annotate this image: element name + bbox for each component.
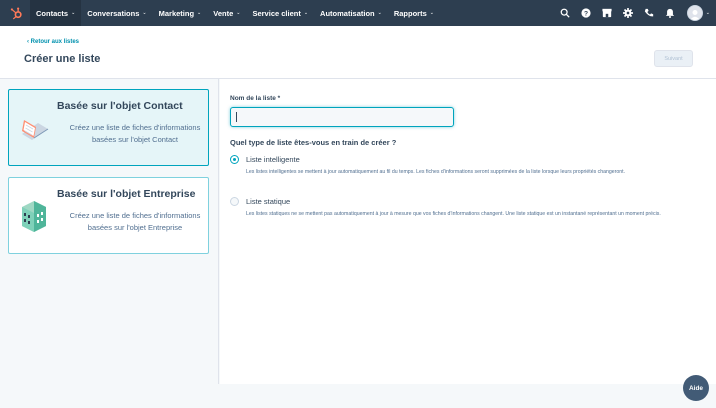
avatar[interactable]	[686, 5, 703, 21]
calling-icon[interactable]	[639, 0, 660, 26]
nav-menu: Contacts ⌄ Conversations ⌄ Marketing ⌄ Vent…	[30, 0, 440, 26]
nav-item-label: Vente	[213, 8, 234, 18]
settings-icon[interactable]	[618, 0, 639, 26]
card-title: Basée sur l'objet Entreprise	[57, 188, 196, 200]
card-title: Basée sur l'objet Contact	[57, 100, 183, 112]
marketplace-icon[interactable]	[597, 0, 618, 26]
chevron-down-icon: ⌄	[377, 10, 382, 16]
contact-laptop-icon	[18, 110, 50, 146]
hubspot-logo-icon[interactable]	[6, 0, 26, 26]
chevron-down-icon: ⌄	[303, 10, 309, 16]
company-building-icon	[18, 198, 50, 234]
back-to-lists-link[interactable]: ‹ Retour aux listes	[27, 39, 79, 45]
list-type-question: Quel type de liste êtes-vous en train de…	[230, 138, 397, 147]
footer-area	[0, 384, 716, 408]
list-name-input[interactable]	[230, 107, 454, 127]
option-description-smart-list: Les listes intelligentes se mettent à jo…	[246, 169, 626, 175]
nav-item-label: Automatisation	[320, 8, 375, 18]
list-form-panel: Nom de la liste * Quel type de liste ête…	[220, 79, 716, 384]
page-header: ‹ Retour aux listes Créer une liste Suiv…	[0, 26, 716, 79]
text-cursor	[236, 112, 237, 122]
card-company-object[interactable]: Basée sur l'objet Entreprise Créez une l…	[8, 177, 209, 254]
nav-item-marketing[interactable]: Marketing ⌄	[153, 0, 208, 26]
chevron-down-icon: ⌄	[429, 10, 434, 16]
chevron-down-icon: ⌄	[142, 10, 147, 16]
option-label-smart-list[interactable]: Liste intelligente	[246, 155, 300, 164]
nav-item-label: Rapports	[393, 8, 427, 18]
nav-item-rapports[interactable]: Rapports ⌄	[388, 0, 440, 26]
card-description: Créez une liste de fiches d'informations…	[69, 123, 201, 144]
nav-item-contacts[interactable]: Contacts ⌄	[30, 0, 82, 26]
notifications-icon[interactable]	[660, 0, 681, 26]
search-icon[interactable]	[555, 0, 576, 26]
help-chat-button[interactable]: Aide	[683, 375, 709, 401]
nav-item-label: Service client	[252, 8, 301, 18]
chevron-down-icon[interactable]: ⌄	[706, 10, 710, 16]
chevron-down-icon: ⌄	[197, 10, 202, 16]
card-description: Créez une liste de fiches d'informations…	[69, 211, 201, 232]
page-title: Créer une liste	[24, 53, 101, 65]
list-name-label: Nom de la liste *	[230, 95, 281, 102]
nav-item-automatisation[interactable]: Automatisation ⌄	[314, 0, 388, 26]
radio-static-list[interactable]	[230, 197, 239, 206]
nav-item-label: Conversations	[87, 8, 140, 18]
nav-item-vente[interactable]: Vente ⌄	[207, 0, 246, 26]
nav-item-service-client[interactable]: Service client ⌄	[246, 0, 314, 26]
nav-item-label: Contacts	[36, 8, 69, 18]
option-label-static-list[interactable]: Liste statique	[246, 197, 290, 206]
card-contact-object[interactable]: Basée sur l'objet Contact Créez une list…	[8, 89, 209, 166]
nav-item-conversations[interactable]: Conversations ⌄	[81, 0, 152, 26]
chevron-down-icon: ⌄	[236, 10, 241, 16]
nav-utility-icons: ? ⌄	[555, 0, 716, 26]
next-button[interactable]: Suivant	[654, 50, 693, 67]
radio-smart-list[interactable]	[230, 155, 239, 164]
svg-text:?: ?	[584, 11, 588, 18]
top-navigation: Contacts ⌄ Conversations ⌄ Marketing ⌄ Vent…	[0, 0, 716, 26]
object-type-panel: Basée sur l'objet Contact Créez une list…	[0, 79, 219, 384]
chevron-down-icon: ⌄	[71, 10, 76, 16]
option-description-static-list: Les listes statiques ne se mettent pas a…	[246, 211, 661, 217]
help-icon[interactable]: ?	[576, 0, 597, 26]
nav-item-label: Marketing	[158, 8, 195, 18]
